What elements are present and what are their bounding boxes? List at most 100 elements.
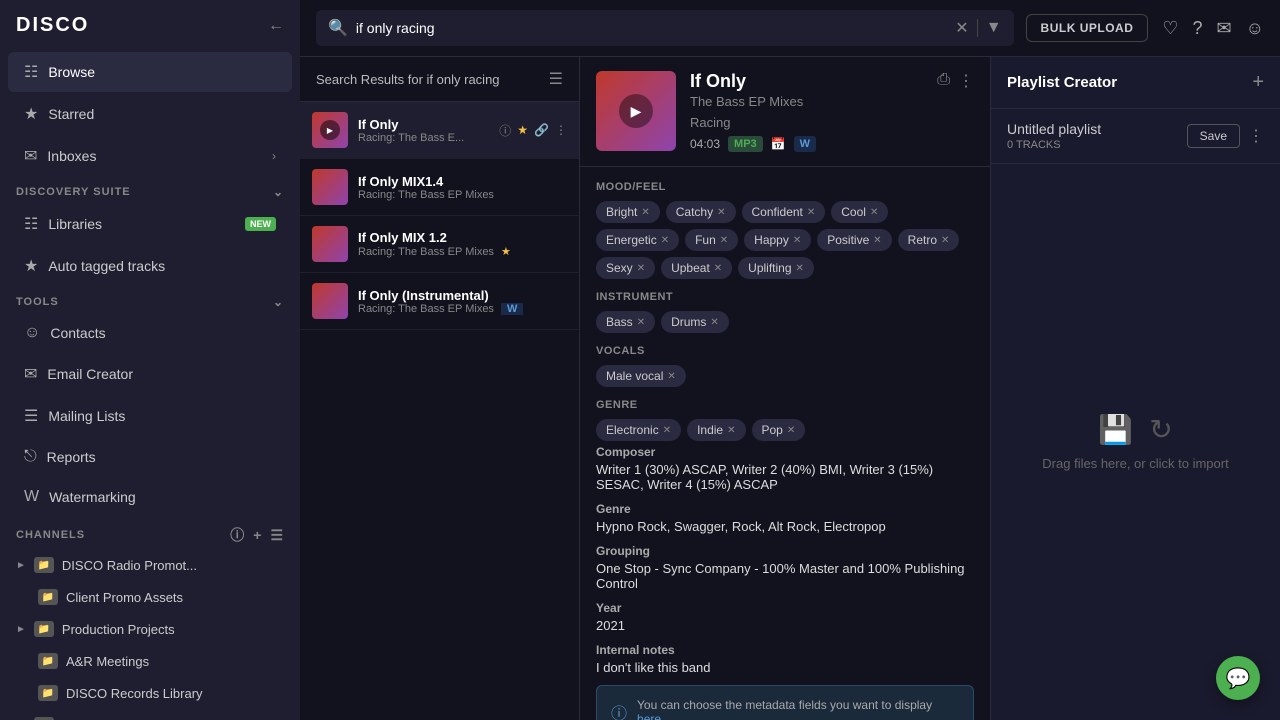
channel-production-projects[interactable]: ► 📁 Production Projects	[0, 613, 300, 645]
playlist-drop-area[interactable]: 💾 ↻ Drag files here, or click to import	[991, 164, 1280, 720]
tag-uplifting-remove[interactable]: ✕	[796, 263, 804, 274]
detail-thumb[interactable]: ▶	[596, 71, 676, 151]
tag-indie-remove[interactable]: ✕	[727, 425, 735, 436]
tag-cool-remove[interactable]: ✕	[870, 207, 878, 218]
info-banner: ⓘ You can choose the metadata fields you…	[596, 685, 974, 720]
genre-detail-row: Genre Hypno Rock, Swagger, Rock, Alt Roc…	[596, 502, 974, 534]
detail-calendar-icon[interactable]: 📅	[771, 137, 786, 151]
detail-play-button[interactable]: ▶	[619, 94, 653, 128]
tag-sexy: Sexy ✕	[596, 257, 655, 279]
tag-retro-remove[interactable]: ✕	[941, 235, 949, 246]
sidebar-item-watermarking[interactable]: W Watermarking	[8, 478, 292, 516]
discovery-suite-header[interactable]: DISCOVERY SUITE ⌄	[0, 177, 300, 203]
channels-header[interactable]: CHANNELS ⓘ + ☰	[0, 517, 300, 549]
top-bar-actions: BULK UPLOAD ♡ ? ✉ ☺	[1026, 14, 1264, 42]
tag-electronic: Electronic ✕	[596, 419, 681, 441]
top-bar: 🔍 ✕ ▼ BULK UPLOAD ♡ ? ✉ ☺	[300, 0, 1280, 57]
mood-tag-list: Bright ✕ Catchy ✕ Confident ✕ Cool ✕ Ene…	[596, 201, 974, 279]
track-star-icon-1[interactable]: ★	[517, 123, 528, 137]
detail-share-icon[interactable]: ⎙	[937, 71, 950, 89]
sidebar-item-starred[interactable]: ★ Starred	[8, 94, 292, 134]
track-item-3[interactable]: If Only MIX 1.2 Racing: The Bass EP Mixe…	[300, 216, 579, 273]
bell-icon[interactable]: ✉	[1217, 18, 1232, 39]
track-item-2[interactable]: If Only MIX1.4 Racing: The Bass EP Mixes	[300, 159, 579, 216]
sidebar-item-email-creator[interactable]: ✉ Email Creator	[8, 354, 292, 394]
tag-sexy-remove[interactable]: ✕	[637, 263, 645, 274]
tag-pop-remove[interactable]: ✕	[787, 425, 795, 436]
track-info-2: If Only MIX1.4 Racing: The Bass EP Mixes	[358, 174, 567, 201]
tag-happy-remove[interactable]: ✕	[793, 235, 801, 246]
vocals-tag-list: Male vocal ✕	[596, 365, 974, 387]
discovery-suite-label: DISCOVERY SUITE	[16, 186, 131, 198]
channel-pitch-log[interactable]: ► 📁 Pitch log	[0, 709, 300, 720]
playlist-upload-icon: 💾	[1098, 413, 1133, 446]
question-icon[interactable]: ?	[1193, 18, 1203, 39]
channel-client-promo[interactable]: 📁 Client Promo Assets	[0, 581, 300, 613]
sidebar-item-reports[interactable]: ⎋ Reports	[8, 438, 292, 476]
info-banner-text: You can choose the metadata fields you w…	[637, 698, 959, 720]
watermark-icon: W	[24, 488, 39, 506]
detail-more-icon[interactable]: ⋮	[958, 71, 974, 91]
sidebar-item-auto-tagged[interactable]: ★ Auto tagged tracks	[8, 246, 292, 286]
clear-search-icon[interactable]: ✕	[955, 18, 968, 38]
email-creator-icon: ✉	[24, 364, 37, 384]
chat-bubble[interactable]: 💬	[1216, 656, 1260, 700]
track-item-1[interactable]: ▶ If Only Racing: The Bass E... ⓘ ★ 🔗 ⋮	[300, 102, 579, 159]
channel-disco-records[interactable]: 📁 DISCO Records Library	[0, 677, 300, 709]
tag-confident-remove[interactable]: ✕	[807, 207, 815, 218]
sidebar-item-contacts[interactable]: ☺ Contacts	[8, 314, 292, 352]
playlist-save-button[interactable]: Save	[1187, 124, 1240, 148]
track-item-4[interactable]: If Only (Instrumental) Racing: The Bass …	[300, 273, 579, 330]
grouping-value: One Stop - Sync Company - 100% Master an…	[596, 561, 974, 591]
sidebar-item-inboxes[interactable]: ✉ Inboxes ›	[8, 136, 292, 176]
track-more-icon-1[interactable]: ⋮	[555, 123, 567, 137]
playlist-more-icon[interactable]: ⋮	[1248, 126, 1264, 146]
tag-catchy-remove[interactable]: ✕	[717, 207, 725, 218]
tag-electronic-remove[interactable]: ✕	[663, 425, 671, 436]
tag-drums: Drums ✕	[661, 311, 729, 333]
grouping-label: Grouping	[596, 544, 974, 558]
sidebar-item-mailing-lists[interactable]: ☰ Mailing Lists	[8, 396, 292, 436]
tag-catchy: Catchy ✕	[666, 201, 736, 223]
composer-row: Composer Writer 1 (30%) ASCAP, Writer 2 …	[596, 445, 974, 492]
user-icon[interactable]: ☺	[1246, 18, 1264, 39]
tag-male-vocal-remove[interactable]: ✕	[667, 371, 675, 382]
channels-info-icon[interactable]: ⓘ	[230, 525, 245, 545]
channel-ar-meetings[interactable]: 📁 A&R Meetings	[0, 645, 300, 677]
tag-cool: Cool ✕	[831, 201, 888, 223]
contacts-icon: ☺	[24, 324, 40, 342]
tag-drums-remove[interactable]: ✕	[710, 317, 718, 328]
ar-meetings-folder-icon: 📁	[38, 653, 58, 669]
tag-fun-remove[interactable]: ✕	[720, 235, 728, 246]
track-play-button-1[interactable]: ▶	[320, 120, 340, 140]
sidebar-item-browse[interactable]: ☷ Browse	[8, 52, 292, 92]
playlist-add-icon[interactable]: +	[1252, 71, 1264, 94]
tag-upbeat-remove[interactable]: ✕	[714, 263, 722, 274]
internal-notes-label: Internal notes	[596, 643, 974, 657]
channel-disco-radio[interactable]: ► 📁 DISCO Radio Promot...	[0, 549, 300, 581]
main-area: 🔍 ✕ ▼ BULK UPLOAD ♡ ? ✉ ☺ Search Results…	[300, 0, 1280, 720]
search-dropdown-icon[interactable]: ▼	[977, 19, 1002, 37]
tag-bright-remove[interactable]: ✕	[641, 207, 649, 218]
heart-icon[interactable]: ♡	[1162, 18, 1178, 39]
track-title-2: If Only MIX1.4	[358, 174, 567, 189]
track-info-icon-1[interactable]: ⓘ	[499, 122, 511, 139]
tag-positive-remove[interactable]: ✕	[873, 235, 881, 246]
tag-bass-remove[interactable]: ✕	[637, 317, 645, 328]
client-promo-folder-icon: 📁	[38, 589, 58, 605]
tag-upbeat: Upbeat ✕	[661, 257, 732, 279]
tag-energetic-remove[interactable]: ✕	[661, 235, 669, 246]
tools-header[interactable]: TOOLS ⌄	[0, 287, 300, 313]
collapse-icon[interactable]: ←	[268, 17, 284, 35]
channels-add-icon[interactable]: +	[253, 527, 262, 543]
sidebar-item-libraries[interactable]: ☷ Libraries NEW	[8, 204, 292, 244]
filter-icon[interactable]: ☰	[549, 69, 563, 89]
bulk-upload-button[interactable]: BULK UPLOAD	[1026, 14, 1149, 42]
disco-radio-folder-icon: 📁	[34, 557, 54, 573]
playlist-drop-text: Drag files here, or click to import	[1042, 456, 1228, 471]
track-link-icon-1[interactable]: 🔗	[534, 123, 549, 137]
track-sub-3: Racing: The Bass EP Mixes ★	[358, 245, 567, 258]
search-input[interactable]	[356, 20, 947, 36]
channels-filter-icon[interactable]: ☰	[270, 527, 284, 544]
info-banner-link[interactable]: here.	[637, 712, 664, 720]
